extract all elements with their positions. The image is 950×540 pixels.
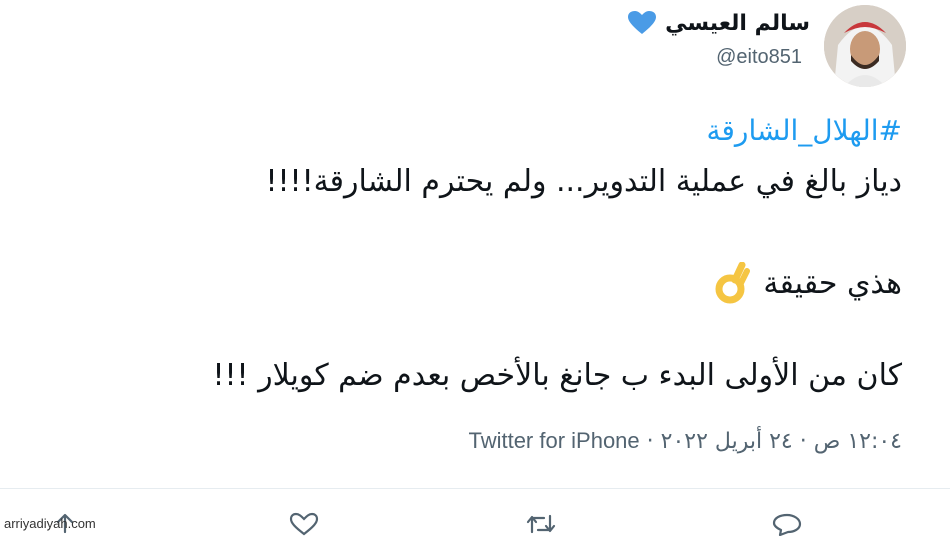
tweet-meta: ١٢:٠٤ ص · ٢٤ أبريل ٢٠٢٢ · Twitter for iP… <box>468 428 902 454</box>
user-handle[interactable]: @eito851 <box>716 46 802 69</box>
watermark: arriyadiyah.com <box>4 516 96 531</box>
like-icon <box>289 512 319 536</box>
divider <box>0 488 950 489</box>
user-name-row[interactable]: سالم العيسي <box>627 10 810 36</box>
tweet-card: سالم العيسي @eito851 #الهلال_الشارقة ديا… <box>0 0 950 537</box>
tweet-text-line-2: هذي حقيقة <box>763 265 902 301</box>
tweet-source[interactable]: Twitter for iPhone <box>468 428 639 453</box>
blue-heart-icon <box>628 11 657 34</box>
retweet-button[interactable] <box>524 512 558 536</box>
hashtag-link[interactable]: #الهلال_الشارقة <box>707 114 902 147</box>
avatar[interactable] <box>824 5 906 87</box>
retweet-icon <box>526 514 556 534</box>
meta-separator-2: · <box>646 429 654 454</box>
meta-separator-1: · <box>799 429 807 454</box>
tweet-time[interactable]: ١٢:٠٤ ص <box>814 429 902 454</box>
tweet-date[interactable]: ٢٤ أبريل ٢٠٢٢ <box>661 429 793 454</box>
ok-hand-emoji <box>715 262 751 304</box>
like-button[interactable] <box>287 512 321 536</box>
tweet-text-line-2-row: هذي حقيقة <box>715 262 902 304</box>
avatar-photo <box>824 5 906 87</box>
reply-button[interactable] <box>770 512 804 537</box>
user-name[interactable]: سالم العيسي <box>665 11 810 36</box>
tweet-text-line-1: دياز بالغ في عملية التدوير... ولم يحترم … <box>265 164 902 199</box>
tweet-text-line-3: كان من الأولى البدء ب جانغ بالأخص بعدم ض… <box>212 358 902 393</box>
reply-icon <box>772 513 802 537</box>
